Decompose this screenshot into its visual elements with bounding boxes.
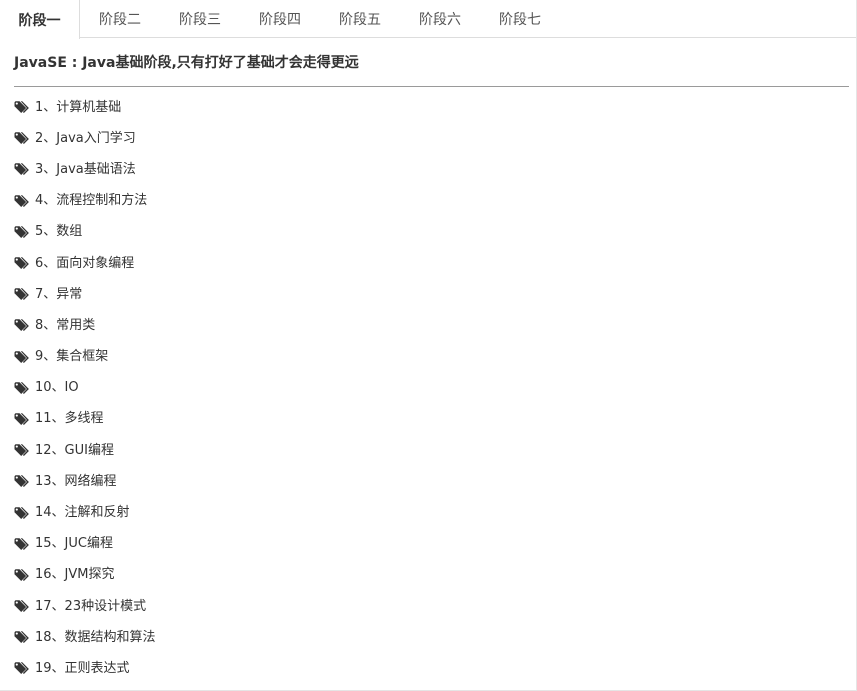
tags-icon <box>14 225 31 239</box>
list-item: 7、异常 <box>14 279 848 310</box>
list-item: 9、集合框架 <box>14 342 848 373</box>
list-item: 6、面向对象编程 <box>14 248 848 279</box>
list-item: 5、数组 <box>14 217 848 248</box>
list-item-label: 1、计算机基础 <box>35 99 122 115</box>
list-item-label: 11、多线程 <box>35 411 104 427</box>
tab-stage-2[interactable]: 阶段二 <box>80 0 160 38</box>
list-item: 1、计算机基础 <box>14 92 848 123</box>
tab-content-stage-1: JavaSE : Java基础阶段,只有打好了基础才会走得更远 1、计算机基础 … <box>0 53 856 685</box>
tags-icon <box>14 163 31 177</box>
list-item-label: 12、GUI编程 <box>35 442 114 458</box>
topic-list: 1、计算机基础 2、Java入门学习 3、Java基础语法 4、流程控制和方法 … <box>14 92 848 685</box>
tags-icon <box>14 288 31 302</box>
list-item-label: 16、JVM探究 <box>35 567 115 583</box>
tags-icon <box>14 412 31 426</box>
list-item-label: 6、面向对象编程 <box>35 255 135 271</box>
tags-icon <box>14 257 31 271</box>
tags-icon <box>14 101 31 115</box>
list-item-label: 10、IO <box>35 380 79 396</box>
list-item-label: 5、数组 <box>35 224 83 240</box>
tags-icon <box>14 506 31 520</box>
tags-icon <box>14 444 31 458</box>
list-item: 16、JVM探究 <box>14 560 848 591</box>
tags-icon <box>14 194 31 208</box>
section-title: JavaSE : Java基础阶段,只有打好了基础才会走得更远 <box>14 55 359 71</box>
list-item-label: 9、集合框架 <box>35 349 109 365</box>
tags-icon <box>14 537 31 551</box>
list-item: 8、常用类 <box>14 310 848 341</box>
list-item-label: 17、23种设计模式 <box>35 598 147 614</box>
tags-icon <box>14 475 31 489</box>
tags-icon <box>14 568 31 582</box>
tab-stage-4[interactable]: 阶段四 <box>240 0 320 38</box>
list-item: 13、网络编程 <box>14 466 848 497</box>
list-item-label: 13、网络编程 <box>35 473 117 489</box>
list-item-label: 14、注解和反射 <box>35 505 130 521</box>
tab-label: 阶段五 <box>339 12 381 28</box>
list-item: 12、GUI编程 <box>14 435 848 466</box>
tags-icon <box>14 381 31 395</box>
list-item-label: 7、异常 <box>35 286 83 302</box>
tab-label: 阶段四 <box>259 12 301 28</box>
tags-icon <box>14 132 31 146</box>
tab-stage-1[interactable]: 阶段一 <box>0 0 80 39</box>
tags-icon <box>14 350 31 364</box>
tab-bar: 阶段一 阶段二 阶段三 阶段四 阶段五 阶段六 阶段七 <box>0 0 856 39</box>
list-item: 2、Java入门学习 <box>14 123 848 154</box>
tags-icon <box>14 662 31 676</box>
tab-label: 阶段三 <box>179 12 221 28</box>
tags-icon <box>14 319 31 333</box>
divider <box>14 86 849 87</box>
list-item: 19、正则表达式 <box>14 653 848 684</box>
list-item-label: 19、正则表达式 <box>35 660 130 676</box>
stage-tabs-panel: 阶段一 阶段二 阶段三 阶段四 阶段五 阶段六 阶段七 JavaSE : Jav… <box>0 0 857 691</box>
tab-stage-5[interactable]: 阶段五 <box>320 0 400 38</box>
list-item-label: 3、Java基础语法 <box>35 161 136 177</box>
list-item: 18、数据结构和算法 <box>14 622 848 653</box>
list-item-label: 15、JUC编程 <box>35 536 113 552</box>
tab-label: 阶段七 <box>499 12 541 28</box>
list-item: 14、注解和反射 <box>14 497 848 528</box>
list-item: 11、多线程 <box>14 404 848 435</box>
tab-label: 阶段二 <box>99 12 141 28</box>
tab-stage-3[interactable]: 阶段三 <box>160 0 240 38</box>
list-item: 17、23种设计模式 <box>14 591 848 622</box>
tags-icon <box>14 600 31 614</box>
list-item: 15、JUC编程 <box>14 529 848 560</box>
list-item-label: 2、Java入门学习 <box>35 130 136 146</box>
list-item-label: 8、常用类 <box>35 317 96 333</box>
list-item: 10、IO <box>14 373 848 404</box>
tab-label: 阶段六 <box>419 12 461 28</box>
list-item: 3、Java基础语法 <box>14 154 848 185</box>
list-item-label: 4、流程控制和方法 <box>35 193 148 209</box>
tags-icon <box>14 631 31 645</box>
tab-stage-6[interactable]: 阶段六 <box>400 0 480 38</box>
list-item: 4、流程控制和方法 <box>14 186 848 217</box>
tab-label: 阶段一 <box>18 12 61 29</box>
tab-stage-7[interactable]: 阶段七 <box>480 0 560 38</box>
list-item-label: 18、数据结构和算法 <box>35 629 156 645</box>
